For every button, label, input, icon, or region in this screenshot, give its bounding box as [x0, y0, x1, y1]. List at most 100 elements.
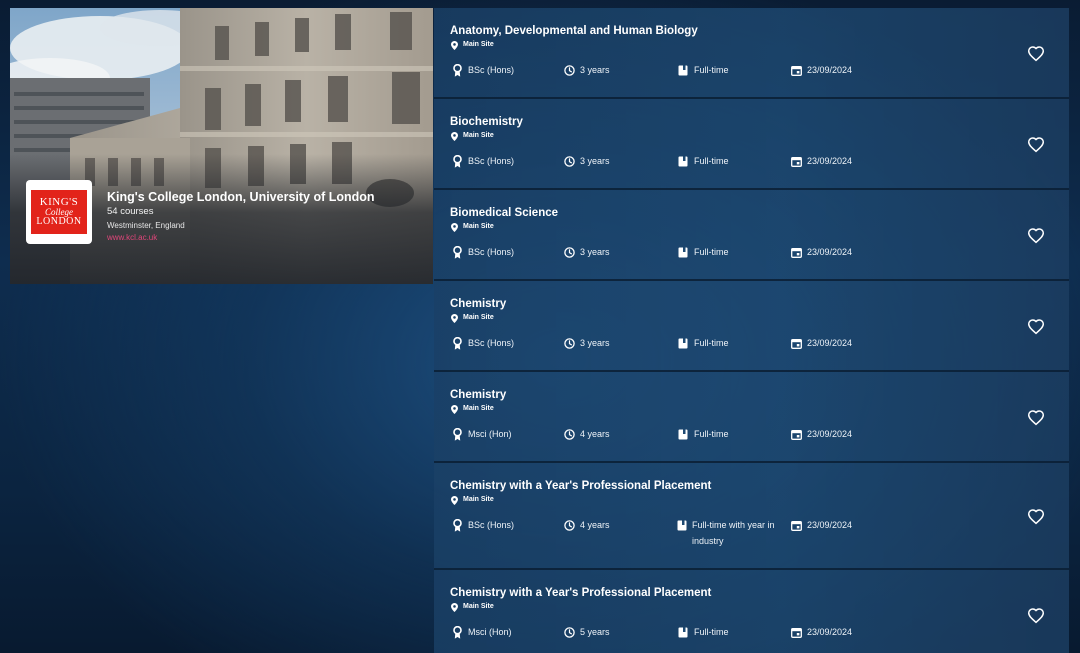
course-start-date-label: 23/09/2024 [807, 627, 853, 637]
course-study-mode: Full-time [677, 244, 787, 260]
heart-icon[interactable] [1027, 227, 1045, 245]
award-ribbon-icon [451, 62, 463, 78]
course-title[interactable]: Biochemistry [450, 115, 523, 129]
course-award-label: Msci (Hon) [468, 627, 512, 637]
map-pin-icon [451, 40, 458, 50]
clock-icon [563, 624, 575, 640]
course-start-date-label: 23/09/2024 [807, 338, 853, 348]
course-card[interactable]: Biomedical Science Main Site BSc (Hons) [434, 190, 1069, 281]
calendar-icon [790, 426, 802, 442]
course-title[interactable]: Biomedical Science [450, 206, 558, 220]
course-start-date: 23/09/2024 [790, 426, 852, 442]
course-title[interactable]: Anatomy, Developmental and Human Biology [450, 24, 698, 38]
course-study-mode-label: Full-time [694, 247, 729, 257]
university-card[interactable]: KING'S College LONDON King's College Lon… [10, 8, 433, 284]
book-icon [677, 244, 689, 260]
heart-icon[interactable] [1027, 607, 1045, 625]
course-card[interactable]: Biochemistry Main Site BSc (Hons) 3 year… [434, 99, 1069, 190]
course-card[interactable]: Chemistry with a Year's Professional Pla… [434, 570, 1069, 653]
course-title[interactable]: Chemistry with a Year's Professional Pla… [450, 479, 711, 493]
clock-icon [563, 244, 575, 260]
course-award: BSc (Hons) [451, 62, 514, 78]
course-site: Main Site [451, 404, 494, 414]
course-study-mode-label: Full-time with year in industry [692, 520, 775, 546]
award-ribbon-icon [451, 624, 463, 640]
course-duration: 3 years [563, 62, 610, 78]
course-start-date-label: 23/09/2024 [807, 65, 853, 75]
course-duration-label: 3 years [580, 247, 610, 257]
book-icon [677, 62, 689, 78]
course-site: Main Site [451, 131, 494, 141]
course-study-mode-label: Full-time [694, 627, 729, 637]
course-study-mode: Full-time with year in industry [677, 517, 787, 549]
award-ribbon-icon [451, 153, 463, 169]
course-title[interactable]: Chemistry with a Year's Professional Pla… [450, 586, 711, 600]
clock-icon [563, 517, 575, 533]
clock-icon [563, 62, 575, 78]
heart-icon[interactable] [1027, 508, 1045, 526]
university-name[interactable]: King's College London, University of Lon… [107, 190, 427, 205]
course-duration: 4 years [563, 426, 610, 442]
calendar-icon [790, 244, 802, 260]
calendar-icon [790, 624, 802, 640]
course-study-mode: Full-time [677, 153, 787, 169]
course-start-date-label: 23/09/2024 [807, 156, 853, 166]
course-card[interactable]: Chemistry Main Site BSc (Hons) 3 years F… [434, 281, 1069, 372]
course-title[interactable]: Chemistry [450, 388, 506, 402]
course-site-label: Main Site [463, 314, 494, 321]
course-start-date: 23/09/2024 [790, 244, 852, 260]
heart-icon[interactable] [1027, 409, 1045, 427]
book-icon [677, 153, 689, 169]
course-study-mode-label: Full-time [694, 429, 729, 439]
award-ribbon-icon [451, 244, 463, 260]
course-award-label: BSc (Hons) [468, 520, 515, 530]
course-award: Msci (Hon) [451, 624, 512, 640]
map-pin-icon [451, 222, 458, 232]
course-duration-label: 5 years [580, 627, 610, 637]
course-award-label: BSc (Hons) [468, 156, 515, 166]
heart-icon[interactable] [1027, 318, 1045, 336]
course-start-date: 23/09/2024 [790, 517, 852, 533]
course-card[interactable]: Chemistry with a Year's Professional Pla… [434, 463, 1069, 570]
course-card[interactable]: Chemistry Main Site Msci (Hon) 4 years F… [434, 372, 1069, 463]
university-logo[interactable]: KING'S College LONDON [26, 180, 92, 244]
award-ribbon-icon [451, 517, 463, 533]
course-award: BSc (Hons) [451, 335, 514, 351]
calendar-icon [790, 62, 802, 78]
course-duration-label: 3 years [580, 156, 610, 166]
course-site-label: Main Site [463, 603, 494, 610]
course-site: Main Site [451, 495, 494, 505]
course-list: Anatomy, Developmental and Human Biology… [434, 8, 1069, 653]
course-award: BSc (Hons) [451, 244, 514, 260]
course-study-mode: Full-time [677, 335, 787, 351]
course-title[interactable]: Chemistry [450, 297, 506, 311]
course-card[interactable]: Anatomy, Developmental and Human Biology… [434, 8, 1069, 99]
course-site-label: Main Site [463, 132, 494, 139]
course-study-mode-label: Full-time [694, 338, 729, 348]
clock-icon [563, 153, 575, 169]
book-icon [677, 426, 689, 442]
logo-mark: KING'S College LONDON [31, 190, 87, 234]
course-award: BSc (Hons) [451, 517, 514, 533]
course-duration: 3 years [563, 244, 610, 260]
map-pin-icon [451, 131, 458, 141]
course-start-date-label: 23/09/2024 [807, 247, 853, 257]
course-study-mode-label: Full-time [694, 65, 729, 75]
calendar-icon [790, 153, 802, 169]
university-course-count: 54 courses [107, 206, 154, 217]
university-website-link[interactable]: www.kcl.ac.uk [107, 233, 427, 243]
calendar-icon [790, 517, 802, 533]
university-location: Westminster, England [107, 221, 185, 230]
book-icon [677, 335, 689, 351]
book-icon [677, 517, 687, 533]
course-duration-label: 3 years [580, 338, 610, 348]
book-icon [677, 624, 689, 640]
map-pin-icon [451, 404, 458, 414]
heart-icon[interactable] [1027, 45, 1045, 63]
course-start-date: 23/09/2024 [790, 62, 852, 78]
course-award-label: BSc (Hons) [468, 338, 515, 348]
heart-icon[interactable] [1027, 136, 1045, 154]
course-start-date-label: 23/09/2024 [807, 429, 853, 439]
clock-icon [563, 335, 575, 351]
course-site-label: Main Site [463, 41, 494, 48]
